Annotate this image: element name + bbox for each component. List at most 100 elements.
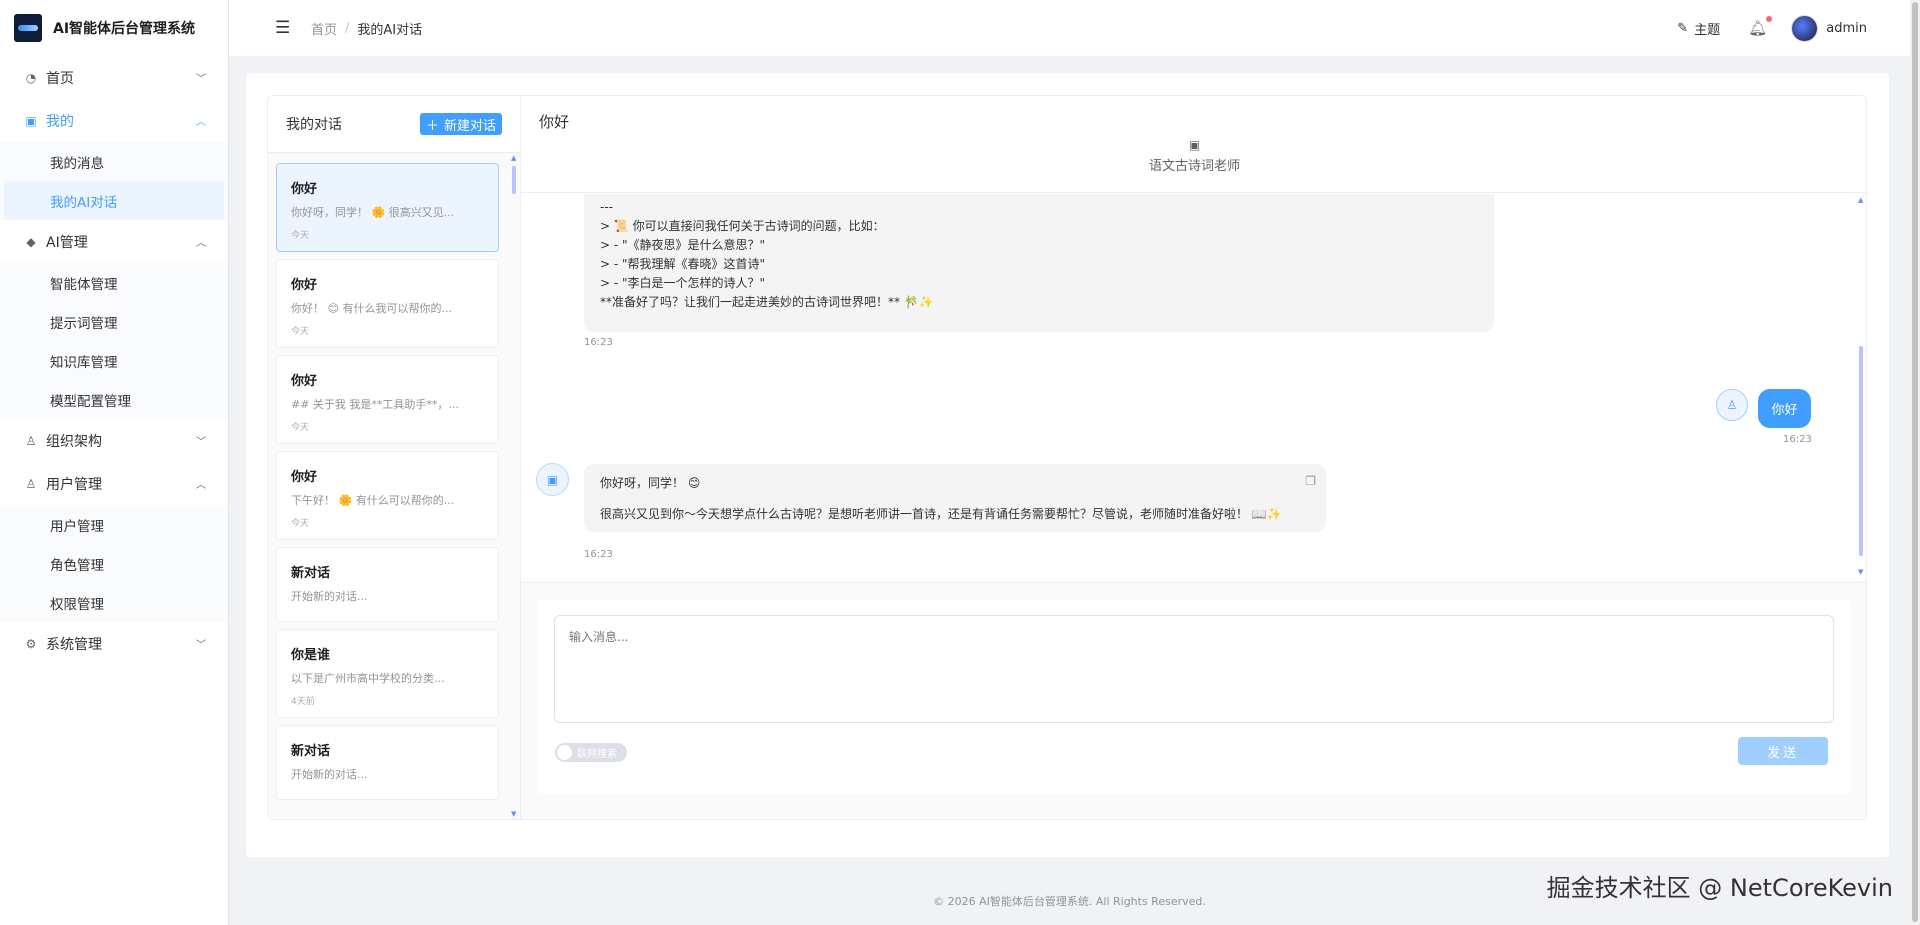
theme-switch[interactable]: ✎ 主题 xyxy=(1677,19,1720,38)
sidebar-item-knowledge[interactable]: 知识库管理 xyxy=(4,341,224,380)
message-line: > - "帮我理解《春晓》这首诗" xyxy=(600,257,766,271)
chevron-up-icon: ︿ xyxy=(196,480,206,491)
page-scrollbar[interactable] xyxy=(1910,0,1920,925)
conversation-preview: 下午好！ 🌼 有什么可以帮你的... xyxy=(291,494,455,507)
conversation-name: 你好 xyxy=(291,278,318,293)
message-input[interactable] xyxy=(554,615,1834,723)
menu-fold-icon[interactable]: ☰ xyxy=(275,18,293,38)
agent-name: 语文古诗词老师 xyxy=(1148,159,1240,174)
message-time: 16:23 xyxy=(1783,434,1812,445)
breadcrumb-home[interactable]: 首页 xyxy=(311,19,337,38)
conversation-item[interactable]: 你是谁 以下是广州市高中学校的分类... 4天前 xyxy=(276,629,499,718)
chevron-down-icon: ﹀ xyxy=(196,437,206,448)
chevron-down-icon: ﹀ xyxy=(196,74,206,85)
chat-title: 你好 xyxy=(539,113,570,131)
bell-icon: 🔔︎ xyxy=(1748,19,1768,37)
conversation-name: 你好 xyxy=(291,374,318,389)
chevron-up-icon: ︿ xyxy=(196,238,206,249)
dashboard-icon: ◔ xyxy=(25,70,37,85)
conversation-preview: 你好！ 😊 有什么我可以帮你的... xyxy=(291,302,452,315)
page-scrollbar-thumb[interactable] xyxy=(1912,2,1918,922)
theme-label: 主题 xyxy=(1694,22,1721,38)
chat-header: 你好 ▣ 语文古诗词老师 xyxy=(521,96,1866,193)
composer-area: 联网搜索 发送 xyxy=(521,582,1866,819)
sidebar-item-mine[interactable]: ▣ 我的 ︿ xyxy=(0,99,228,142)
conversation-preview: ## 关于我 我是**工具助手**，... xyxy=(291,398,459,411)
sidebar-item-my-messages[interactable]: 我的消息 xyxy=(4,142,224,181)
new-conversation-label: 新建对话 xyxy=(443,118,496,134)
sidebar-item-org[interactable]: ♙ 组织架构 ﹀ xyxy=(0,419,228,462)
logo[interactable]: AI智能体后台管理系统 xyxy=(0,0,228,56)
top-header: ☰ 首页 / 我的AI对话 ✎ 主题 🔔︎ admin xyxy=(229,0,1910,56)
fox-icon: ◆ xyxy=(26,234,36,249)
web-search-label: 联网搜索 xyxy=(577,749,617,760)
main-card: 我的对话 ＋ 新建对话 你好 你好呀，同学！ 🌼 很高兴又见... 今天 你好 … xyxy=(246,73,1889,857)
conversation-item[interactable]: 你好 下午好！ 🌼 有什么可以帮你的... 今天 xyxy=(276,451,499,540)
conversation-scrollbar-thumb[interactable] xyxy=(512,166,516,194)
conversation-preview: 你好呀，同学！ 🌼 很高兴又见... xyxy=(291,206,455,219)
copy-icon[interactable]: ❐ xyxy=(1305,472,1316,491)
message-line: **准备好了吗？让我们一起走进美妙的古诗词世界吧！** 🎋✨ xyxy=(600,295,934,309)
conversation-name: 你好 xyxy=(291,470,318,485)
user-name[interactable]: admin xyxy=(1826,21,1867,36)
sidebar-item-label: 系统管理 xyxy=(46,636,102,653)
breadcrumb: 首页 / 我的AI对话 xyxy=(311,19,422,38)
conversation-item[interactable]: 你好 你好！ 😊 有什么我可以帮你的... 今天 xyxy=(276,259,499,348)
message-scrollbar[interactable]: ▲ ▼ xyxy=(1858,196,1864,576)
scroll-up-icon[interactable]: ▲ xyxy=(1858,196,1863,204)
user-message-bubble: 你好 xyxy=(1758,389,1811,428)
notification-button[interactable]: 🔔︎ xyxy=(1748,16,1773,37)
conversation-item[interactable]: 你好 你好呀，同学！ 🌼 很高兴又见... 今天 xyxy=(276,163,499,252)
avatar[interactable] xyxy=(1791,14,1819,42)
sidebar-item-ai-management[interactable]: ◆ AI管理 ︿ xyxy=(0,220,228,263)
conversation-name: 你好 xyxy=(291,182,318,197)
conversation-time: 4天前 xyxy=(291,697,315,707)
scroll-down-icon[interactable]: ▼ xyxy=(511,810,516,818)
sidebar-item-home[interactable]: ◔ 首页 ﹀ xyxy=(0,56,228,99)
message-time: 16:23 xyxy=(584,549,613,560)
user-icon: ♙ xyxy=(25,433,37,448)
message-list: --- > 📜 你可以直接问我任何关于古诗词的问题，比如： > - "《静夜思》… xyxy=(521,194,1866,582)
agent-badge: ▣ 语文古诗词老师 xyxy=(521,138,1866,174)
conversation-header: 我的对话 ＋ 新建对话 xyxy=(268,96,520,153)
chevron-down-icon: ﹀ xyxy=(196,640,206,651)
submenu-users: 用户管理 角色管理 权限管理 xyxy=(0,505,228,622)
conversation-item[interactable]: 新对话 开始新的对话... xyxy=(276,725,499,800)
message-time: 16:23 xyxy=(584,337,613,348)
logo-icon xyxy=(14,14,42,42)
conversation-item[interactable]: 新对话 开始新的对话... xyxy=(276,547,499,622)
scroll-up-icon[interactable]: ▲ xyxy=(511,154,516,162)
toggle-knob xyxy=(557,745,572,760)
conversation-time: 今天 xyxy=(291,231,310,241)
conversation-name: 新对话 xyxy=(291,744,331,759)
message-line: > - "《静夜思》是什么意思？" xyxy=(600,238,766,252)
message-line: > - "李白是一个怎样的诗人？" xyxy=(600,276,766,290)
conversation-item[interactable]: 你好 ## 关于我 我是**工具助手**，... 今天 xyxy=(276,355,499,444)
send-button[interactable]: 发送 xyxy=(1738,737,1828,765)
chat-area: 你好 ▣ 语文古诗词老师 --- > 📜 你可以直接问我任何关于古诗词的问题，比… xyxy=(521,96,1866,819)
sidebar-item-models[interactable]: 模型配置管理 xyxy=(4,380,224,419)
chevron-up-icon: ︿ xyxy=(196,117,206,128)
message-scrollbar-thumb[interactable] xyxy=(1859,346,1863,556)
breadcrumb-separator: / xyxy=(345,20,350,36)
conversation-name: 新对话 xyxy=(291,566,331,581)
conversation-panel: 我的对话 ＋ 新建对话 你好 你好呀，同学！ 🌼 很高兴又见... 今天 你好 … xyxy=(268,96,521,819)
sidebar-item-my-ai-chat[interactable]: 我的AI对话 xyxy=(4,181,224,220)
notification-dot xyxy=(1766,16,1773,22)
plus-icon: ＋ xyxy=(425,118,439,134)
sidebar-item-prompts[interactable]: 提示词管理 xyxy=(4,302,224,341)
conversation-scrollbar[interactable]: ▲ ▼ xyxy=(511,154,518,819)
ai-message-bubble: 你好呀，同学！ 😊 很高兴又见到你～今天想学点什么古诗呢？是想听老师讲一首诗，还… xyxy=(584,464,1326,532)
monitor-icon: ▣ xyxy=(25,113,37,128)
sidebar-item-roles[interactable]: 角色管理 xyxy=(4,544,224,583)
sidebar-item-label: 首页 xyxy=(46,70,74,87)
scroll-down-icon[interactable]: ▼ xyxy=(1858,568,1863,576)
message-line: 你好呀，同学！ 😊 xyxy=(600,476,701,490)
sidebar-item-user-management[interactable]: 用户管理 xyxy=(4,505,224,544)
sidebar-item-agents[interactable]: 智能体管理 xyxy=(4,263,224,302)
new-conversation-button[interactable]: ＋ 新建对话 xyxy=(419,113,502,135)
web-search-toggle[interactable]: 联网搜索 xyxy=(555,743,627,762)
sidebar-item-permissions[interactable]: 权限管理 xyxy=(4,583,224,622)
sidebar-item-system[interactable]: ⚙ 系统管理 ﹀ xyxy=(0,622,228,665)
sidebar-item-users[interactable]: ♙ 用户管理 ︿ xyxy=(0,462,228,505)
